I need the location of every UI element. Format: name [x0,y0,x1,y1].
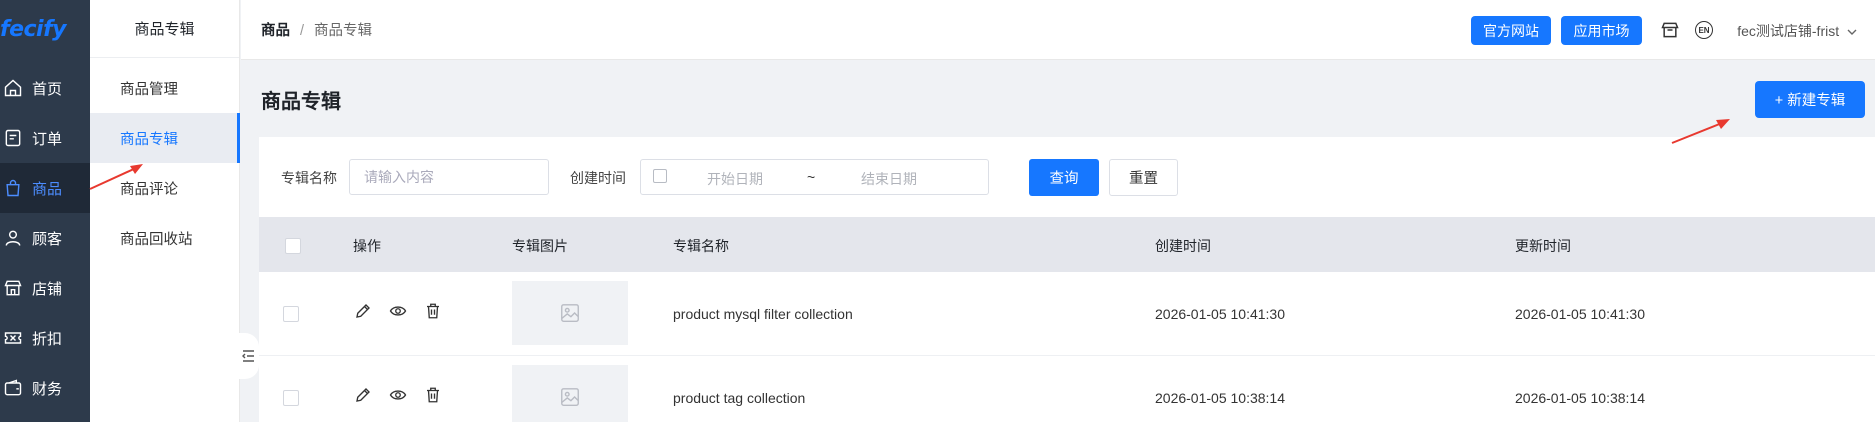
breadcrumb-separator: / [300,23,305,39]
table-row: product tag collection 2026-01-05 10:38:… [259,356,1875,422]
storefront-icon[interactable] [1659,19,1681,41]
user-icon [2,227,24,249]
top-header: 商品 / 商品专辑 官方网站 应用市场 EN fec测试店铺-frist [241,0,1875,60]
column-header-created: 创建时间 [1155,238,1211,254]
official-site-button[interactable]: 官方网站 [1471,16,1551,45]
nav-item-discounts[interactable]: 折扣 [0,313,90,363]
image-placeholder-icon [561,304,579,322]
collections-table: 操作 专辑图片 专辑名称 创建时间 更新时间 product mysql fil… [259,217,1875,422]
collapse-sidebar-button[interactable] [237,333,259,379]
sub-menu-title: 商品专辑 [90,0,239,58]
main-nav: fecify 首页 订单 商品 顾客 店铺 折扣 财务 [0,0,90,422]
nav-item-finance[interactable]: 财务 [0,363,90,413]
logo[interactable]: fecify [0,0,90,58]
shop-selector[interactable]: fec测试店铺-frist [1737,21,1857,41]
collection-name-label: 专辑名称 [281,170,337,186]
breadcrumb: 商品 / 商品专辑 [261,19,372,40]
collection-name: product tag collection [673,390,806,406]
calendar-icon [653,169,667,183]
nav-item-label: 财务 [32,380,63,398]
annotation-arrow [1671,119,1730,144]
nav-item-home[interactable]: 首页 [0,63,90,113]
column-header-name: 专辑名称 [673,238,729,254]
column-header-updated: 更新时间 [1515,238,1571,254]
shop-name: fec测试店铺-frist [1737,23,1840,39]
nav-item-label: 首页 [32,80,63,98]
nav-item-customers[interactable]: 顾客 [0,213,90,263]
edit-icon[interactable] [354,302,372,320]
nav-item-products[interactable]: 商品 [0,163,90,213]
sub-menu: 商品专辑 商品管理 商品专辑 商品评论 商品回收站 [90,0,240,422]
filter-bar: 专辑名称 请输入内容 创建时间 开始日期 ~ 结束日期 查询 重置 [259,137,1875,217]
date-range-picker[interactable]: 开始日期 ~ 结束日期 [640,159,989,195]
nav-item-label: 折扣 [32,330,63,348]
app-market-button[interactable]: 应用市场 [1561,16,1642,45]
breadcrumb-root[interactable]: 商品 [261,23,290,39]
order-icon [2,127,24,149]
bag-icon [2,177,24,199]
nav-item-stores[interactable]: 店铺 [0,263,90,313]
edit-icon[interactable] [354,386,372,404]
sub-item-recycle-bin[interactable]: 商品回收站 [90,213,240,263]
select-all-checkbox[interactable] [285,238,301,254]
reset-button[interactable]: 重置 [1109,159,1178,196]
column-header-image: 专辑图片 [512,238,568,254]
home-icon [2,77,24,99]
nav-item-orders[interactable]: 订单 [0,113,90,163]
start-date-input[interactable]: 开始日期 [707,169,763,189]
store-icon [2,277,24,299]
page-title: 商品专辑 [261,91,341,113]
language-icon: EN [1695,21,1713,39]
row-checkbox[interactable] [283,306,299,322]
created-time-label: 创建时间 [570,170,626,186]
delete-icon[interactable] [424,386,442,404]
view-icon[interactable] [389,302,407,320]
column-header-actions: 操作 [353,238,381,254]
row-checkbox[interactable] [283,390,299,406]
nav-item-label: 店铺 [32,280,63,298]
row-actions [354,302,442,320]
end-date-input[interactable]: 结束日期 [861,169,917,189]
collection-image [512,281,628,345]
image-placeholder-icon [561,388,579,406]
table-header: 操作 专辑图片 专辑名称 创建时间 更新时间 [259,217,1875,272]
nav-item-label: 订单 [32,130,63,148]
language-switch[interactable]: EN [1693,19,1715,41]
created-time: 2026-01-05 10:41:30 [1155,306,1285,322]
sub-item-collections[interactable]: 商品专辑 [90,113,240,163]
table-row: product mysql filter collection 2026-01-… [259,272,1875,356]
updated-time: 2026-01-05 10:38:14 [1515,390,1645,406]
collapse-icon [241,350,254,362]
date-range-separator: ~ [807,169,816,185]
view-icon[interactable] [389,386,407,404]
coupon-icon [2,327,24,349]
collection-image [512,365,628,422]
updated-time: 2026-01-05 10:41:30 [1515,306,1645,322]
wallet-icon [2,377,24,399]
annotation-arrow [89,164,143,190]
sub-item-product-management[interactable]: 商品管理 [90,63,240,113]
nav-item-label: 商品 [32,180,63,198]
breadcrumb-current: 商品专辑 [314,23,373,39]
search-button[interactable]: 查询 [1029,159,1099,196]
chevron-down-icon [1847,29,1857,35]
created-time: 2026-01-05 10:38:14 [1155,390,1285,406]
collection-name: product mysql filter collection [673,306,853,322]
collection-name-input[interactable]: 请输入内容 [349,159,549,195]
nav-item-label: 顾客 [32,230,63,248]
logo-text: fecify [0,16,67,42]
delete-icon[interactable] [424,302,442,320]
new-collection-button[interactable]: + 新建专辑 [1755,81,1865,118]
row-actions [354,386,442,404]
